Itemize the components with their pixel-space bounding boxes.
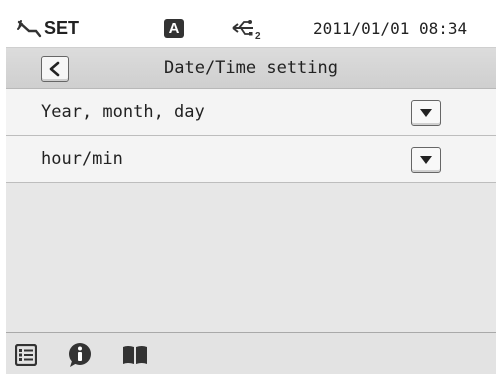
page-title: Date/Time setting: [164, 58, 338, 78]
header-bar: Date/Time setting: [6, 48, 496, 89]
mode-label: SET: [44, 18, 80, 38]
setting-row-date[interactable]: Year, month, day: [6, 89, 496, 136]
book-icon[interactable]: [122, 345, 148, 365]
setting-label-time: hour/min: [41, 149, 123, 169]
setting-label-date: Year, month, day: [41, 102, 205, 122]
time-dropdown-button[interactable]: [411, 147, 441, 173]
usb-icon: 2: [232, 20, 261, 41]
dropdown-arrow-icon: [420, 156, 432, 164]
status-bar: SET A 2 2011/01/01 08:34: [6, 10, 496, 48]
device-screen: SET A 2 2011/01/01 08:34 Date/Time setti…: [6, 10, 496, 374]
dropdown-arrow-icon: [420, 109, 432, 117]
bottom-toolbar: [6, 332, 496, 374]
datetime-display: 2011/01/01 08:34: [313, 19, 468, 38]
setting-row-time[interactable]: hour/min: [6, 136, 496, 183]
auto-mode-icon: A: [164, 19, 184, 38]
date-dropdown-button[interactable]: [411, 100, 441, 126]
usb-port-number: 2: [255, 31, 261, 41]
wrench-icon: [17, 20, 42, 38]
list-icon[interactable]: [15, 344, 37, 366]
info-icon[interactable]: [67, 342, 93, 368]
